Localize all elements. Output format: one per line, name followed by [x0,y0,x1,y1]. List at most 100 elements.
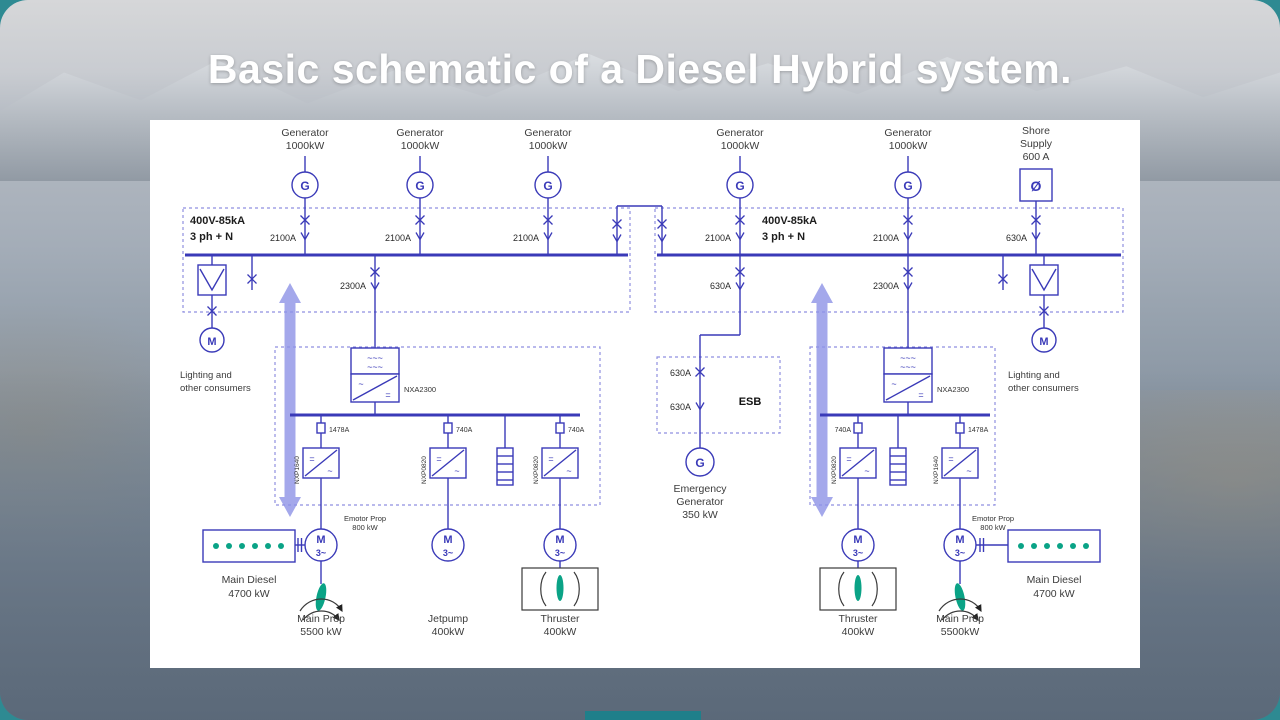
generator-1: Generator 1000kW G 2100A [270,127,329,255]
inverter-left-2-dc: = [436,454,441,464]
fuse-right-2-rating: 1478A [968,427,989,434]
right-mainprop-motor-phases: 3~ [955,548,965,558]
generator-4-power: 1000kW [721,140,760,152]
inverter-left-2-ac: ~ [454,466,459,476]
fuse-right-1 [854,423,862,433]
left-rectifier-dc: = [385,390,390,400]
left-diesel-label-2: 4700 kW [228,588,270,600]
right-mainprop-motor-letter: M [955,534,964,546]
right-prop-label-2: 5500kW [941,626,980,638]
left-thruster-blade [557,575,564,601]
left-propeller-blade [314,582,329,611]
left-mainprop-motor-phases: 3~ [316,548,326,558]
generator-3-name: Generator [524,127,572,139]
generator-4: Generator 1000kW G 2100A [705,127,764,255]
generator-3-breaker: 2100A [513,233,539,243]
right-converter-breaker: 2300A [873,281,899,291]
presentation-slide: Basic schematic of a Diesel Hybrid syste… [0,0,1280,720]
fuse-left-1-rating: 1478A [329,427,350,434]
generator-5-breaker: 2100A [873,233,899,243]
fuse-left-3 [556,423,564,433]
inverter-right-2-dc: = [948,454,953,464]
inverter-left-1-ac: ~ [327,466,332,476]
inverter-left-3-model: NXP0820 [533,456,540,484]
inverter-left-3-dc: = [548,454,553,464]
right-bus-voltage: 400V-85kA [762,215,817,227]
inverter-right-2-model: NXP1640 [933,456,940,484]
left-mainprop-motor-letter: M [316,534,325,546]
inverter-right-mainprop: 1478A = ~ NXP1640 [933,415,989,529]
fuse-left-3-rating: 740A [568,427,585,434]
generator-2-power: 1000kW [401,140,440,152]
right-diesel-label-1: Main Diesel [1027,574,1082,586]
inverter-right-1-ac: ~ [864,466,869,476]
inverter-left-thruster: 740A = ~ NXP0820 [533,415,585,529]
generator-4-breaker: 2100A [705,233,731,243]
left-thruster-label-1: Thruster [540,613,580,625]
shore-supply: Shore Supply 600 A Ø 630A [1006,125,1053,255]
left-rectifier-ac: ~ [358,379,363,389]
left-diesel-label-1: Main Diesel [222,574,277,586]
generator-1-breaker: 2100A [270,233,296,243]
right-thruster-blade [855,575,862,601]
right-thruster-label-1: Thruster [838,613,878,625]
generator-2-letter: G [415,179,424,193]
right-propeller-blade [953,582,968,611]
right-emotor-label-2: 800 kW [980,523,1006,532]
right-emotor-label-1: Emotor Prop [972,514,1014,523]
tunnel-thruster-left: Thruster 400kW [522,561,598,638]
schematic-panel: 400V-85kA 3 ph + N 400V-85kA 3 ph + N Ge… [150,120,1140,668]
jetpump-motor-letter: M [443,534,452,546]
generator-3: Generator 1000kW G 2100A [513,127,572,255]
jetpump-motor-phases: 3~ [443,548,453,558]
lighting-feeder-right: M Lighting and other consumers [999,255,1080,394]
shore-label-2: Supply [1020,138,1053,150]
main-converter-left: 2300A ~~~ ~~~ ~ = NXA2300 [340,255,436,415]
jetpump-label-1: Jetpump [428,613,468,625]
shore-label-3: 600 A [1023,151,1050,163]
right-thruster-motor-letter: M [853,534,862,546]
emergency-generator-letter: G [695,456,704,470]
main-diesel-left: Main Diesel 4700 kW [203,530,305,600]
inverter-left-jetpump: 740A = ~ NXP0820 [421,415,473,529]
left-converter-breaker: 2300A [340,281,366,291]
right-winding-2: ~~~ [900,362,916,372]
esb-mid-breaker: 630A [670,368,691,378]
right-rectifier-ac: ~ [891,379,896,389]
right-converter-model: NXA2300 [937,385,969,394]
emergency-label-2: Generator [676,496,724,508]
generator-3-letter: G [543,179,552,193]
fuse-left-2-rating: 740A [456,427,473,434]
right-lighting-motor-letter: M [1039,336,1048,348]
inverter-left-3-ac: ~ [566,466,571,476]
tunnel-thruster-right: Thruster 400kW [820,561,896,638]
emergency-label-3: 350 kW [682,509,718,521]
shore-breaker: 630A [1006,233,1027,243]
fuse-left-2 [444,423,452,433]
inverter-left-mainprop: 1478A = ~ NXP1640 [294,415,350,529]
left-lighting-label-1: Lighting and [180,370,232,381]
inverter-left-2-model: NXP0820 [421,456,428,484]
left-winding-2: ~~~ [367,362,383,372]
diesel-hybrid-schematic: 400V-85kA 3 ph + N 400V-85kA 3 ph + N Ge… [150,120,1140,668]
left-bus-voltage: 400V-85kA [190,215,245,227]
inverter-right-thruster: 740A = ~ NXP0820 [831,415,876,529]
main-propeller-right: Main Prop 5500kW [936,561,984,638]
inverter-right-1-dc: = [846,454,851,464]
generator-1-power: 1000kW [286,140,325,152]
generator-2-name: Generator [396,127,444,139]
esb-bus-breaker: 630A [710,281,731,291]
brake-resistor-right [890,415,906,485]
left-lighting-motor-letter: M [207,336,216,348]
generator-4-name: Generator [716,127,764,139]
left-thruster-motor-letter: M [555,534,564,546]
left-prop-label-1: Main Prop [297,613,345,625]
slide-title: Basic schematic of a Diesel Hybrid syste… [0,46,1280,93]
left-emotor-label-2: 800 kW [352,523,378,532]
busbars [185,255,1121,415]
generator-1-name: Generator [281,127,329,139]
right-lighting-label-1: Lighting and [1008,370,1060,381]
shore-glyph: Ø [1031,178,1042,194]
inverter-left-1-model: NXP1640 [294,456,301,484]
esb-label: ESB [739,396,762,408]
